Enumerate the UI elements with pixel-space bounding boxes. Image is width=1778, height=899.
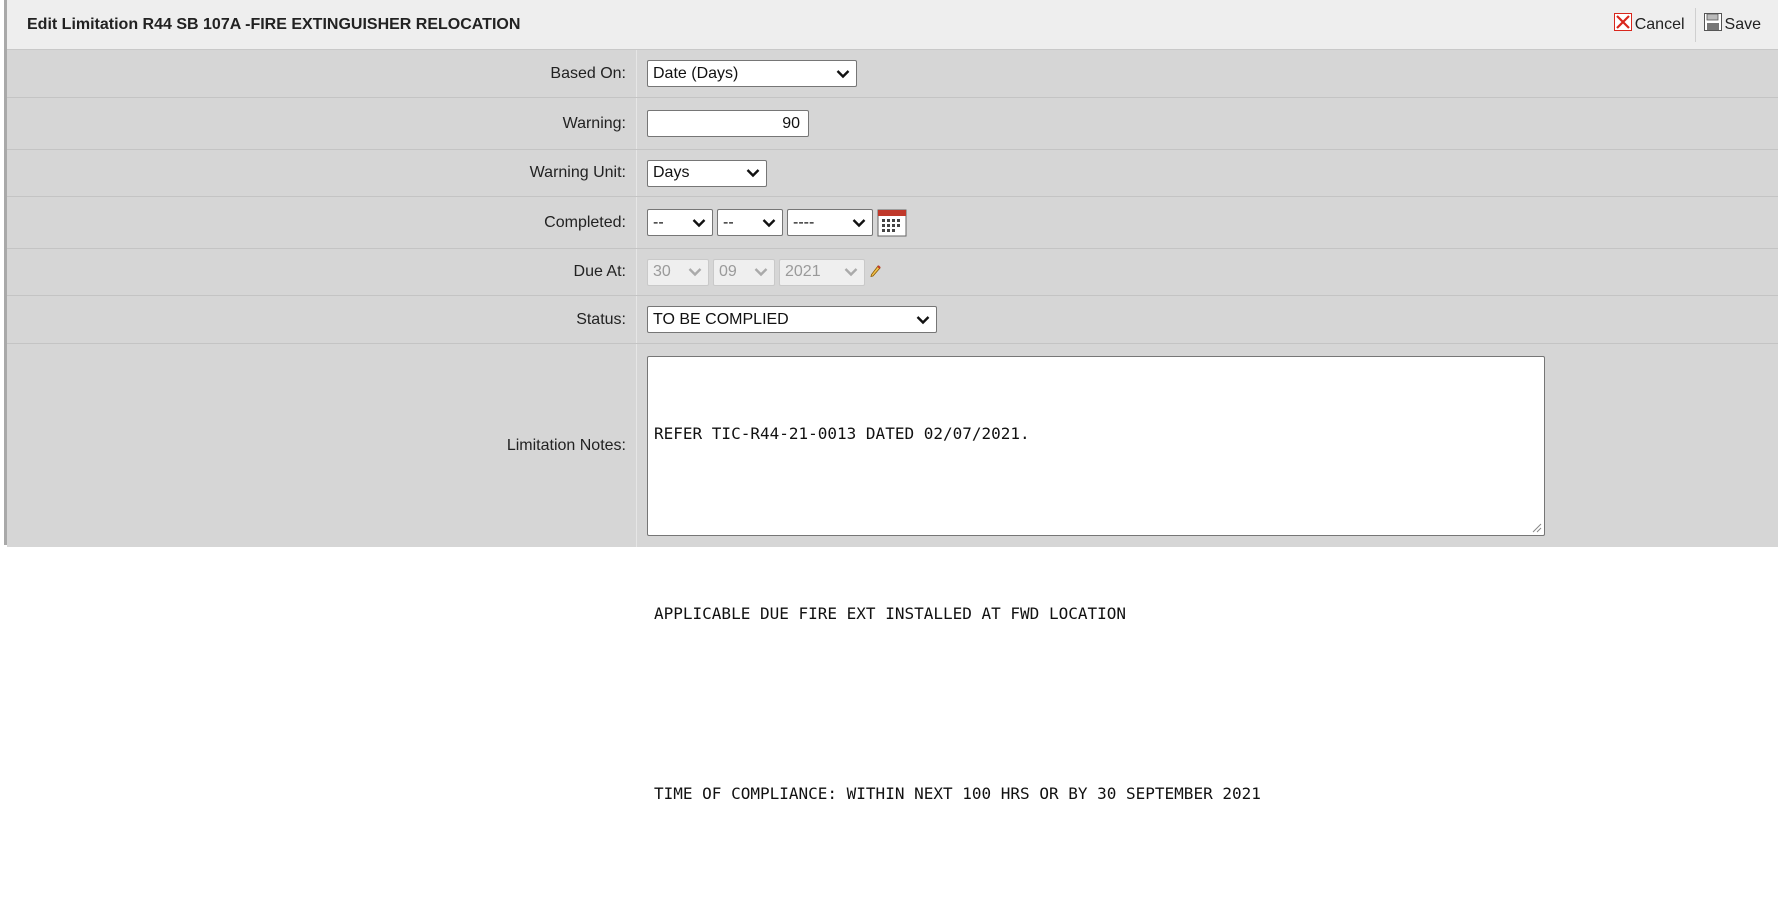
warning-row: Warning: [7, 98, 1778, 150]
status-select[interactable]: TO BE COMPLIED [647, 306, 937, 333]
note-line: TIME OF COMPLIANCE: WITHIN NEXT 100 HRS … [654, 783, 1261, 803]
cancel-icon [1613, 13, 1635, 36]
note-line [654, 509, 1538, 539]
save-label: Save [1724, 15, 1761, 33]
panel-header: Edit Limitation R44 SB 107A -FIRE EXTING… [7, 0, 1778, 50]
cancel-button[interactable]: Cancel [1608, 8, 1691, 42]
calendar-icon[interactable] [877, 209, 907, 237]
note-line: REFER TIC-R44-21-0013 DATED 02/07/2021. [654, 423, 1030, 443]
note-line [654, 689, 1538, 719]
based-on-select[interactable]: Date (Days) [647, 60, 857, 87]
chevron-down-icon [836, 69, 850, 78]
chevron-down-icon [746, 169, 760, 178]
due-day-select: 30 [647, 258, 709, 286]
note-line: APPLICABLE DUE FIRE EXT INSTALLED AT FWD… [654, 603, 1127, 623]
warning-unit-row: Warning Unit: Days [7, 150, 1778, 197]
chevron-down-icon [688, 268, 702, 277]
notes-label: Limitation Notes: [7, 344, 637, 547]
due-year-select: 2021 [779, 258, 865, 286]
chevron-down-icon [852, 218, 866, 227]
chevron-down-icon [692, 218, 706, 227]
completed-day-select[interactable]: -- [647, 209, 713, 236]
edit-limitation-panel: Edit Limitation R44 SB 107A -FIRE EXTING… [4, 0, 1778, 803]
chevron-down-icon [754, 268, 768, 277]
chevron-down-icon [844, 268, 858, 277]
completed-year-select[interactable]: ---- [787, 209, 873, 236]
save-icon [1703, 13, 1725, 36]
warning-unit-label: Warning Unit: [7, 150, 637, 196]
chevron-down-icon [916, 315, 930, 324]
notes-row: Limitation Notes: REFER TIC-R44-21-0013 … [7, 344, 1778, 803]
resize-grip-icon[interactable] [1530, 521, 1542, 533]
warning-unit-select[interactable]: Days [647, 159, 767, 187]
chevron-down-icon [762, 218, 776, 227]
completed-row: Completed: -- -- ---- [7, 197, 1778, 249]
completed-label: Completed: [7, 197, 637, 248]
warning-input[interactable] [647, 110, 809, 137]
due-at-label: Due At: [7, 249, 637, 295]
save-button[interactable]: Save [1694, 7, 1767, 42]
based-on-row: Based On: Date (Days) [7, 50, 1778, 98]
status-row: Status: TO BE COMPLIED [7, 296, 1778, 344]
completed-month-select[interactable]: -- [717, 209, 783, 236]
due-month-select: 09 [713, 258, 775, 286]
status-label: Status: [7, 296, 637, 343]
header-actions: Cancel Save [1608, 0, 1778, 49]
warning-label: Warning: [7, 98, 637, 149]
page-title: Edit Limitation R44 SB 107A -FIRE EXTING… [27, 15, 521, 33]
based-on-label: Based On: [7, 50, 637, 97]
pencil-icon[interactable] [869, 265, 881, 279]
due-at-row: Due At: 30 09 2021 [7, 249, 1778, 296]
cancel-label: Cancel [1634, 15, 1685, 33]
limitation-notes-textarea[interactable]: REFER TIC-R44-21-0013 DATED 02/07/2021. … [647, 355, 1545, 803]
